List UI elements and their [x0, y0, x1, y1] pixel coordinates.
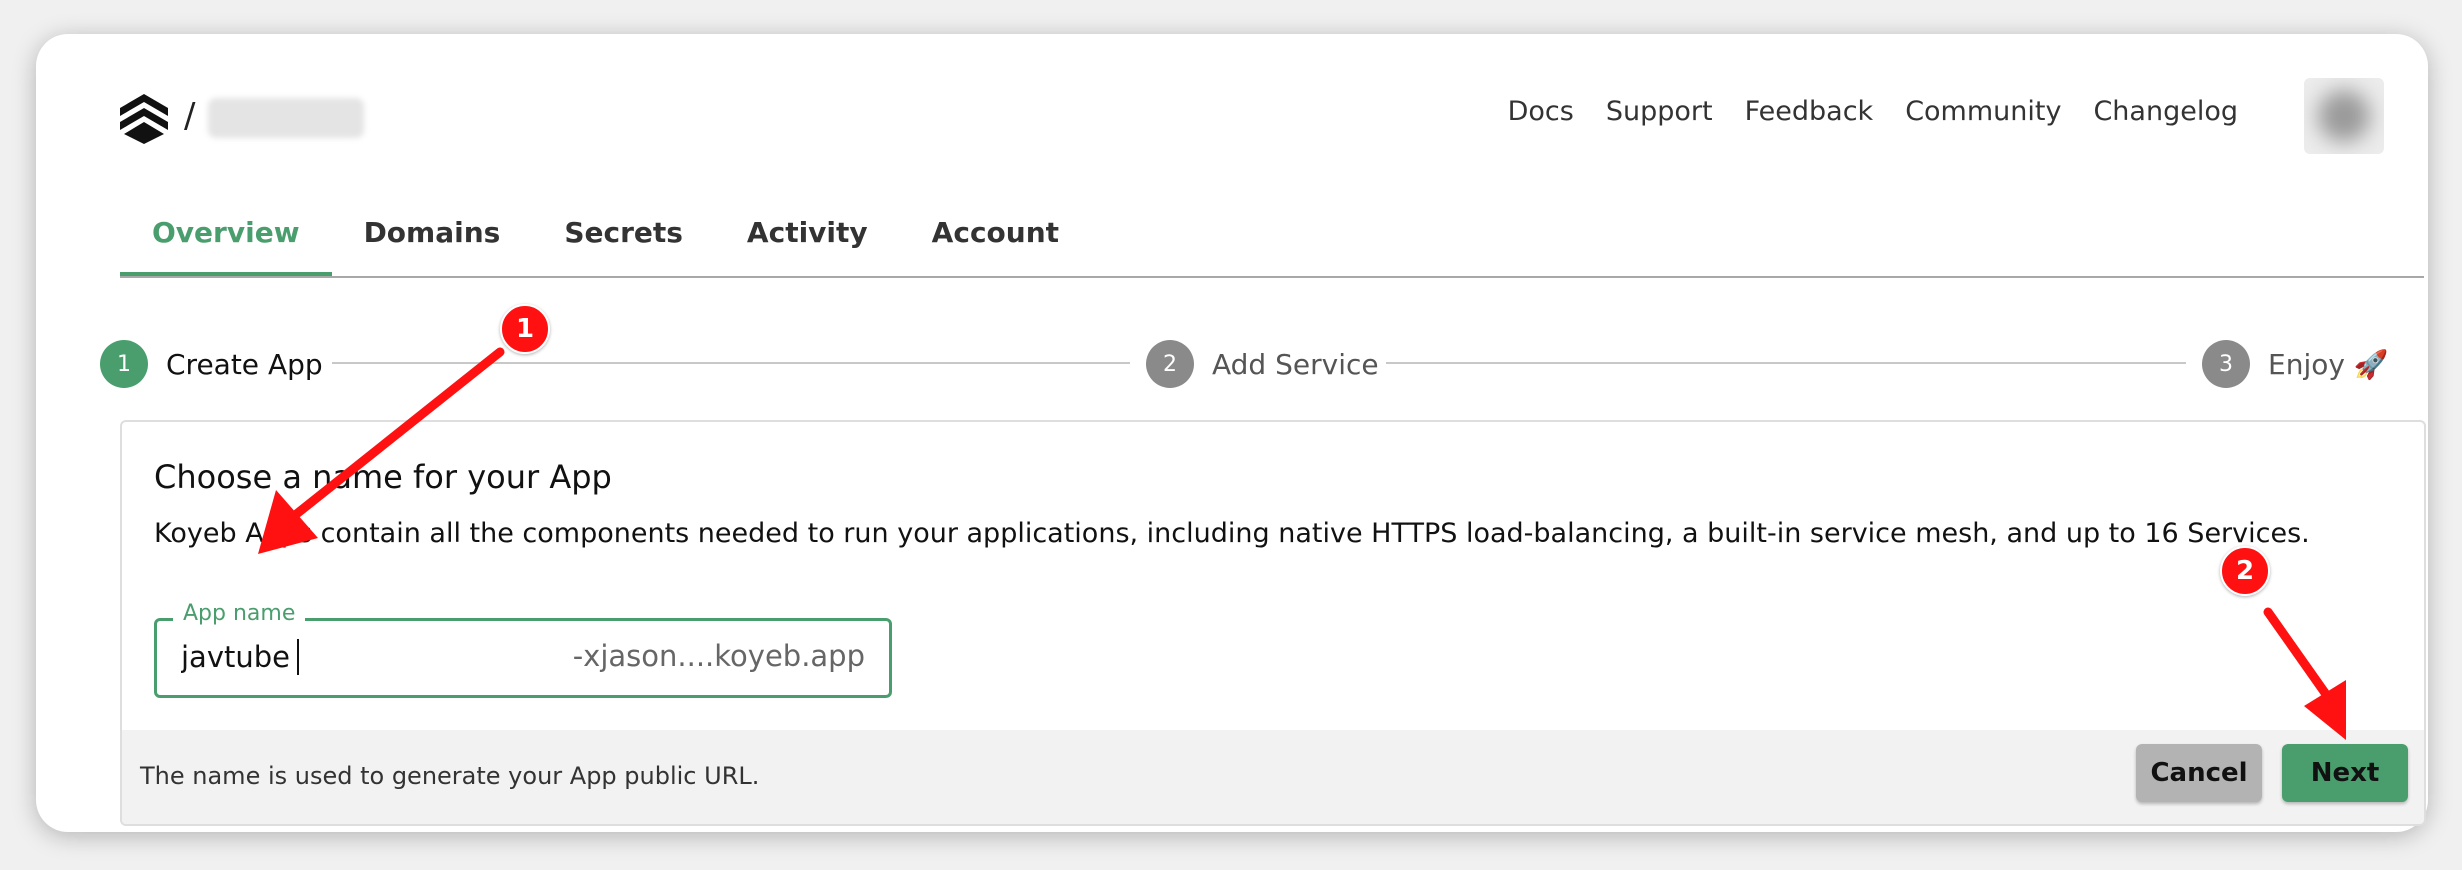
card-title: Choose a name for your App [154, 458, 612, 496]
app-name-field: App name -xjason....koyeb.app [154, 601, 892, 698]
app-window: / Docs Support Feedback Community Change… [36, 34, 2428, 832]
tab-domains[interactable]: Domains [332, 208, 533, 274]
card-description: Koyeb Apps contain all the components ne… [154, 518, 2310, 549]
user-avatar[interactable] [2304, 78, 2384, 154]
card-footer: The name is used to generate your App pu… [122, 730, 2424, 824]
step-number: 3 [2202, 340, 2250, 388]
tab-overview[interactable]: Overview [120, 208, 332, 276]
next-button[interactable]: Next [2282, 744, 2408, 802]
step-add-service: 2 Add Service [1146, 340, 1379, 388]
app-domain-suffix: -xjason....koyeb.app [572, 639, 865, 673]
step-label: Add Service [1212, 347, 1379, 381]
koyeb-logo-icon[interactable] [116, 90, 172, 146]
footer-hint: The name is used to generate your App pu… [140, 762, 760, 790]
step-enjoy: 3 Enjoy 🚀 [2202, 340, 2389, 388]
cancel-button[interactable]: Cancel [2136, 744, 2262, 802]
breadcrumb-separator: / [184, 96, 196, 136]
nav-changelog-link[interactable]: Changelog [2093, 96, 2238, 127]
tab-account[interactable]: Account [900, 208, 1091, 274]
stepper-connector [332, 362, 1130, 364]
text-caret [297, 639, 299, 675]
step-create-app: 1 Create App [100, 340, 323, 388]
step-number: 2 [1146, 340, 1194, 388]
tab-activity[interactable]: Activity [715, 208, 900, 274]
nav-support-link[interactable]: Support [1606, 96, 1713, 127]
nav-community-link[interactable]: Community [1905, 96, 2061, 127]
stepper-connector [1386, 362, 2186, 364]
step-label: Enjoy 🚀 [2268, 347, 2389, 381]
organization-name-redacted[interactable] [208, 98, 364, 138]
annotation-badge-1: 1 [500, 304, 550, 354]
app-name-label: App name [173, 601, 306, 626]
step-label: Create App [166, 347, 323, 381]
nav-docs-link[interactable]: Docs [1508, 96, 1574, 127]
create-app-card: Choose a name for your App Koyeb Apps co… [120, 420, 2426, 826]
annotation-badge-2: 2 [2220, 546, 2270, 596]
main-tabs: Overview Domains Secrets Activity Accoun… [120, 208, 2424, 278]
nav-feedback-link[interactable]: Feedback [1745, 96, 1874, 127]
top-navigation: Docs Support Feedback Community Changelo… [1508, 96, 2238, 127]
tab-secrets[interactable]: Secrets [532, 208, 715, 274]
step-number: 1 [100, 340, 148, 388]
app-name-input[interactable] [181, 635, 481, 679]
